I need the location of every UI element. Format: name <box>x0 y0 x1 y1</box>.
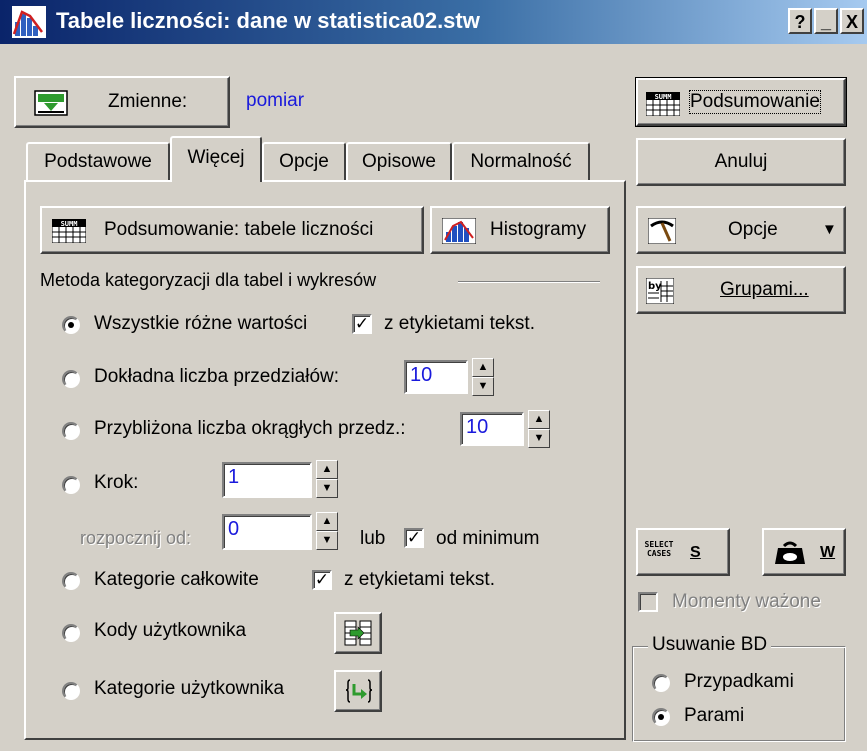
histograms-button[interactable]: Histogramy <box>430 206 610 254</box>
cancel-button-label: Anuluj <box>714 151 768 172</box>
minimize-button[interactable]: _ <box>814 8 838 34</box>
radio-step-label: Krok: <box>94 472 139 493</box>
summary-button-label: Podsumowanie <box>689 90 821 114</box>
exact-intervals-stepper[interactable]: ▲ ▼ <box>472 358 494 396</box>
or-label: lub <box>360 528 386 549</box>
groups-button[interactable]: by Grupami... <box>636 266 846 314</box>
tab-opisowe[interactable]: Opisowe <box>346 142 452 182</box>
close-button[interactable]: X <box>840 8 864 34</box>
radio-integer-categories-label: Kategorie całkowite <box>94 569 259 590</box>
radio-exact-intervals-label: Dokładna liczba przedziałów: <box>94 366 340 387</box>
radio-casewise[interactable] <box>652 674 670 692</box>
radio-all-values-label: Wszystkie różne wartości <box>94 313 308 334</box>
checkbox-text-labels-2[interactable]: ✓ <box>312 570 332 590</box>
user-categories-icon <box>346 679 372 703</box>
radio-user-categories-label: Kategorie użytkownika <box>94 678 285 699</box>
stepper-up-icon[interactable]: ▲ <box>316 512 338 531</box>
radio-pairwise[interactable] <box>652 708 670 726</box>
variables-button[interactable]: Zmienne: <box>14 76 230 128</box>
md-deletion-title: Usuwanie BD <box>648 634 772 656</box>
summary-button[interactable]: SUMM Podsumowanie <box>635 77 847 127</box>
start-from-label: rozpocznij od: <box>80 528 192 548</box>
select-cases-icon: SELECT CASES <box>644 540 674 558</box>
radio-exact-intervals[interactable] <box>62 370 80 388</box>
radio-approx-intervals[interactable] <box>62 422 80 440</box>
exact-intervals-input[interactable]: 10 <box>404 360 468 394</box>
group-divider <box>458 281 600 283</box>
tab-podstawowe[interactable]: Podstawowe <box>26 142 170 182</box>
radio-user-codes-label: Kody użytkownika <box>94 620 247 641</box>
variables-icon <box>34 90 68 116</box>
histograms-label: Histogramy <box>490 219 587 240</box>
stepper-down-icon[interactable]: ▼ <box>472 377 494 396</box>
radio-casewise-label: Przypadkami <box>684 671 794 692</box>
checkbox-from-minimum[interactable]: ✓ <box>404 528 424 548</box>
pickaxe-icon <box>648 218 676 244</box>
approx-intervals-input[interactable]: 10 <box>460 412 524 446</box>
user-codes-button[interactable] <box>334 612 382 654</box>
stepper-up-icon[interactable]: ▲ <box>316 460 338 479</box>
histogram-icon <box>442 218 476 244</box>
tab-normalnosc[interactable]: Normalność <box>452 142 590 182</box>
options-button-label: Opcje <box>728 219 778 240</box>
variables-button-label: Zmienne: <box>108 91 188 112</box>
checkbox-text-labels-2-label: z etykietami tekst. <box>344 569 495 590</box>
summ-table-icon: SUMM <box>646 92 680 116</box>
summary-tables-label: Podsumowanie: tabele liczności <box>104 219 374 240</box>
step-input[interactable]: 1 <box>222 462 312 498</box>
checkbox-weighted-moments[interactable] <box>638 592 658 612</box>
svg-text:SUMM: SUMM <box>61 220 78 228</box>
active-tab-joiner <box>172 178 260 183</box>
user-categories-button[interactable] <box>334 670 382 712</box>
summ-table-icon: SUMM <box>52 219 86 243</box>
by-group-icon: by <box>646 278 674 304</box>
step-stepper[interactable]: ▲ ▼ <box>316 460 338 498</box>
stepper-down-icon[interactable]: ▼ <box>528 429 550 448</box>
weights-key: W <box>820 544 836 561</box>
radio-all-values[interactable] <box>62 316 80 334</box>
stepper-down-icon[interactable]: ▼ <box>316 479 338 498</box>
cancel-button[interactable]: Anuluj <box>636 138 846 186</box>
select-cases-button[interactable]: SELECT CASES S <box>636 528 730 576</box>
radio-step[interactable] <box>62 476 80 494</box>
weight-icon <box>775 541 805 564</box>
stepper-up-icon[interactable]: ▲ <box>472 358 494 377</box>
checkbox-weighted-moments-label: Momenty ważone <box>672 591 821 612</box>
radio-user-codes[interactable] <box>62 624 80 642</box>
tab-opcje[interactable]: Opcje <box>262 142 346 182</box>
categorization-group-title: Metoda kategoryzacji dla tabel i wykresó… <box>40 270 377 290</box>
histogram-app-icon <box>12 6 46 38</box>
user-codes-icon <box>344 620 372 646</box>
variables-value: pomiar <box>246 90 305 111</box>
radio-integer-categories[interactable] <box>62 572 80 590</box>
summary-tables-button[interactable]: SUMM Podsumowanie: tabele liczności <box>40 206 424 254</box>
stepper-up-icon[interactable]: ▲ <box>528 410 550 429</box>
radio-user-categories[interactable] <box>62 682 80 700</box>
radio-approx-intervals-label: Przybliżona liczba okrągłych przedz.: <box>94 418 406 439</box>
tab-wiecej[interactable]: Więcej <box>170 136 262 182</box>
select-cases-key: S <box>690 544 701 561</box>
checkbox-text-labels-1-label: z etykietami tekst. <box>384 313 535 334</box>
title-bar: Tabele liczności: dane w statistica02.st… <box>0 0 867 44</box>
weights-button[interactable]: W <box>762 528 846 576</box>
md-deletion-group <box>632 646 846 742</box>
dropdown-arrow-icon: ▼ <box>822 221 837 238</box>
groups-button-label: Grupami... <box>720 279 809 300</box>
window-title: Tabele liczności: dane w statistica02.st… <box>56 8 480 33</box>
checkbox-from-minimum-label: od minimum <box>436 528 540 549</box>
stepper-down-icon[interactable]: ▼ <box>316 531 338 550</box>
svg-text:SUMM: SUMM <box>655 93 672 101</box>
checkbox-text-labels-1[interactable]: ✓ <box>352 314 372 334</box>
approx-intervals-stepper[interactable]: ▲ ▼ <box>528 410 550 448</box>
radio-pairwise-label: Parami <box>684 705 745 726</box>
help-button[interactable]: ? <box>788 8 812 34</box>
svg-text:by: by <box>648 281 662 292</box>
start-from-input[interactable]: 0 <box>222 514 312 550</box>
options-button[interactable]: Opcje ▼ <box>636 206 846 254</box>
start-from-stepper[interactable]: ▲ ▼ <box>316 512 338 550</box>
